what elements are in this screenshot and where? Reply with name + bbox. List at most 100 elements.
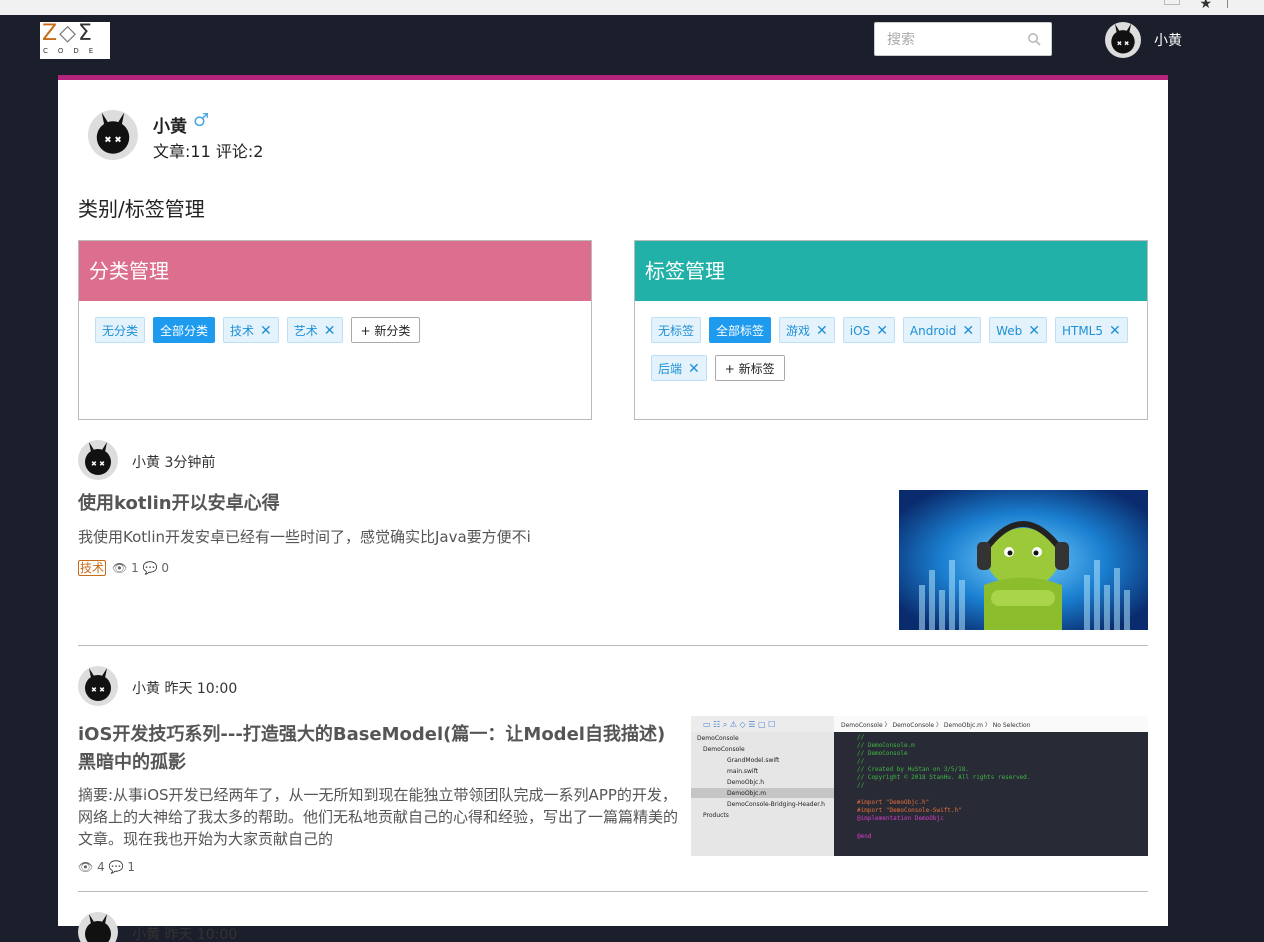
file-tree-item: DemoObjc.h [727, 779, 764, 786]
file-tree-item: main.swift [727, 768, 759, 775]
chip-label: 游戏 [786, 324, 811, 338]
site-logo[interactable]: Z◇Σ CODE [40, 22, 110, 59]
tag-chip-game[interactable]: 游戏 ✕ [779, 317, 835, 343]
eye-icon: 👁 [78, 860, 94, 874]
code-line: @implementation DemoObjc [857, 815, 944, 822]
remove-icon[interactable]: ✕ [816, 323, 828, 339]
chip-label: Web [996, 324, 1023, 338]
remove-icon[interactable]: ✕ [876, 323, 888, 339]
tag-panel-title: 标签管理 [635, 241, 1147, 301]
chip-label: iOS [849, 324, 871, 338]
svg-text:✖ ✖: ✖ ✖ [91, 686, 105, 694]
search-input[interactable] [885, 31, 1029, 49]
main-content: ✖ ✖ 小黄 ♂ 文章:11 评论:2 类别/标签管理 分类管理 无分类 全部分类… [58, 75, 1168, 942]
comment-icon: 💬 [142, 561, 158, 575]
xcode-breadcrumb: DemoConsole 〉 DemoConsole 〉 DemoObjc.m 〉… [841, 722, 1031, 729]
top-navbar: Z◇Σ CODE ✖ ✖ 小黄 [0, 15, 1264, 75]
tag-chip-html5[interactable]: HTML5 ✕ [1054, 317, 1128, 343]
tag-chip-android[interactable]: Android ✕ [902, 317, 982, 343]
post-divider [78, 891, 1148, 892]
post-title[interactable]: iOS开发技巧系列---打造强大的BaseModel(篇一：让Model自我描述… [78, 721, 678, 777]
remove-icon[interactable]: ✕ [260, 323, 272, 339]
post-meta: 小黄 昨天 10:00 [132, 681, 238, 697]
file-tree-item: DemoConsole-Bridging-Header.h [727, 801, 825, 808]
browser-toolbar: ★ [0, 0, 1264, 15]
post-footer: 👁 4 💬 1 [78, 860, 135, 874]
xcode-thumbnail[interactable]: ▭ ☷ ⌕ ⚠ ◇ ☰ ▢ ☐ DemoConsole 〉 DemoConsol… [691, 716, 1148, 856]
add-tag-button[interactable]: + 新标签 [714, 355, 785, 381]
chip-label: 艺术 [293, 324, 318, 338]
file-tree-item: DemoConsole [703, 746, 745, 753]
add-category-button[interactable]: + 新分类 [350, 317, 421, 343]
logo-glyph-z: Z [42, 21, 60, 46]
category-chip-tech[interactable]: 技术 ✕ [223, 317, 279, 343]
code-line: // DemoConsole [857, 750, 908, 757]
post-title[interactable]: 使用kotlin开以安卓心得 [78, 490, 280, 518]
svg-text:✖ ✖: ✖ ✖ [104, 136, 121, 146]
chip-label: 后端 [658, 362, 683, 376]
page-title: 类别/标签管理 [78, 197, 205, 221]
logo-glyph-sigma: Σ [78, 21, 94, 46]
toolbar-separator [1227, 0, 1228, 8]
code-line: // Created by HuStan on 3/5/18. [857, 766, 969, 773]
remove-icon[interactable]: ✕ [324, 323, 336, 339]
post-summary: 我使用Kotlin开发安卓已经有一些时间了，感觉确实比Java要方便不i [78, 528, 531, 546]
comment-icon: 💬 [108, 860, 124, 874]
code-line: @end [857, 833, 872, 840]
nav-username[interactable]: 小黄 [1154, 30, 1182, 50]
author-avatar[interactable]: ✖ ✖ [78, 666, 118, 706]
svg-text:▭ ☷ ⌕ ⚠ ◇ ☰ ▢ ☐: ▭ ☷ ⌕ ⚠ ◇ ☰ ▢ ☐ [703, 720, 775, 729]
code-line: // [857, 734, 865, 741]
svg-text:✖ ✖: ✖ ✖ [91, 460, 105, 468]
category-chip-all[interactable]: 全部分类 [153, 317, 216, 343]
post-divider [78, 645, 1148, 646]
code-line: #import "DemoObjc.h" [857, 799, 929, 806]
android-thumbnail[interactable] [899, 490, 1148, 630]
category-chip-art[interactable]: 艺术 ✕ [286, 317, 343, 343]
tag-panel: 标签管理 无标签 全部标签 游戏 ✕ iOS ✕ Android ✕ Web ✕ HTML5 ✕ 后端 ✕… [634, 240, 1148, 420]
tag-chip-untagged[interactable]: 无标签 [651, 317, 702, 343]
logo-glyphs: Z◇Σ [42, 22, 94, 46]
post-meta: 小黄 昨天 10:00 [132, 927, 238, 942]
category-badge[interactable]: 技术 [78, 560, 107, 576]
file-tree-item: GrandModel.swift [727, 757, 780, 764]
post-item: 小黄 昨天 10:00 [78, 912, 1148, 942]
category-chip-uncategorized[interactable]: 无分类 [95, 317, 146, 343]
tag-chip-list: 无标签 全部标签 游戏 ✕ iOS ✕ Android ✕ Web ✕ HTML5 ✕ 后端 ✕ + 新标签 [651, 317, 1141, 393]
author-avatar[interactable] [78, 912, 118, 942]
post-item: ✖ ✖ 小黄 3分钟前 使用kotlin开以安卓心得 我使用Kotlin开发安卓… [78, 440, 1148, 635]
view-count: 4 [97, 860, 105, 874]
code-line: // DemoConsole.m [857, 742, 915, 749]
profile-stats: 文章:11 评论:2 [153, 142, 264, 161]
tag-chip-web[interactable]: Web ✕ [989, 317, 1047, 343]
file-tree-item: DemoObjc.m [727, 790, 766, 797]
remove-icon[interactable]: ✕ [688, 361, 700, 377]
logo-subtext: CODE [43, 47, 104, 55]
code-line: // [857, 758, 865, 765]
search-icon[interactable] [1027, 32, 1041, 46]
post-meta: 小黄 3分钟前 [132, 455, 216, 471]
gender-male-icon: ♂ [193, 110, 210, 131]
logo-glyph-diamond: ◇ [59, 21, 78, 46]
remove-icon[interactable]: ✕ [1028, 323, 1040, 339]
category-chip-list: 无分类 全部分类 技术 ✕ 艺术 ✕ + 新分类 [95, 317, 585, 355]
comment-count: 1 [127, 860, 135, 874]
user-avatar[interactable]: ✖ ✖ [1105, 22, 1141, 58]
tag-chip-ios[interactable]: iOS ✕ [842, 317, 895, 343]
tag-chip-all[interactable]: 全部标签 [709, 317, 772, 343]
chip-label: Android [909, 324, 957, 338]
tag-chip-backend[interactable]: 后端 ✕ [651, 355, 707, 381]
reader-icon[interactable] [1164, 0, 1180, 5]
code-line: // [857, 782, 865, 789]
bookmark-star-icon[interactable]: ★ [1199, 0, 1212, 12]
profile-name: 小黄 [153, 117, 187, 137]
category-panel: 分类管理 无分类 全部分类 技术 ✕ 艺术 ✕ + 新分类 [78, 240, 592, 420]
author-avatar[interactable]: ✖ ✖ [78, 440, 118, 480]
chip-label: 技术 [230, 324, 255, 338]
chip-label: HTML5 [1061, 324, 1103, 338]
eye-icon: 👁 [112, 561, 128, 575]
post-item: ✖ ✖ 小黄 昨天 10:00 iOS开发技巧系列---打造强大的BaseMod… [78, 666, 1148, 874]
remove-icon[interactable]: ✕ [962, 323, 974, 339]
post-footer: 技术 👁 1 💬 0 [78, 560, 169, 576]
remove-icon[interactable]: ✕ [1109, 323, 1121, 339]
